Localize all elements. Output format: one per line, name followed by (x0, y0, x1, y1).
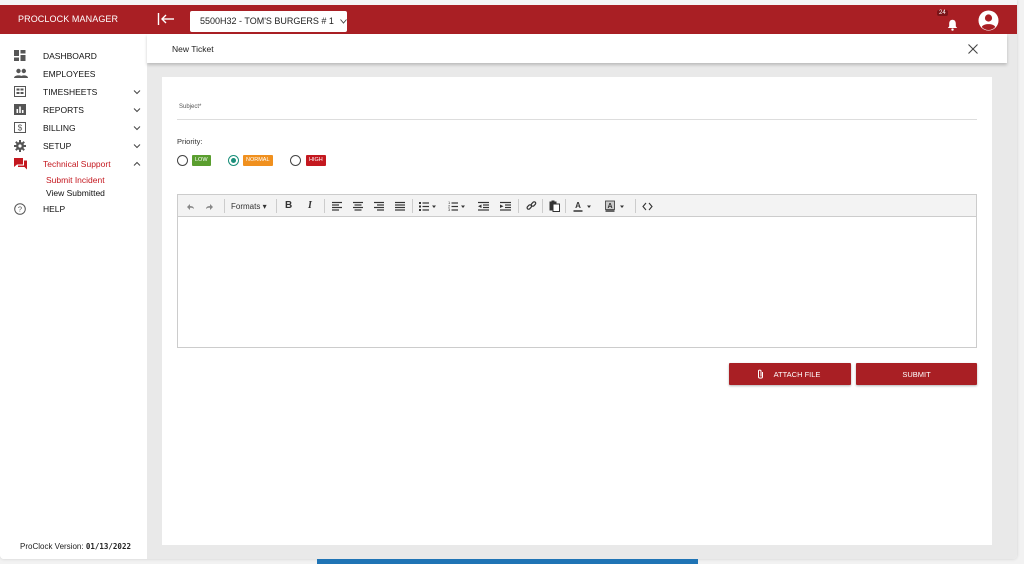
sidebar-item-employees[interactable]: EMPLOYEES (14, 67, 142, 83)
sidebar: DASHBOARD EMPLOYEES TIMESHEETS REPORTS $ (0, 34, 147, 559)
priority-low-badge: LOW (192, 155, 211, 166)
svg-text:3: 3 (448, 207, 451, 212)
sidebar-item-label: BILLING (43, 123, 76, 133)
link-icon[interactable] (526, 199, 537, 213)
italic-icon[interactable]: I (308, 200, 312, 214)
indent-icon[interactable] (500, 199, 511, 213)
formats-dropdown[interactable]: Formats ▾ (231, 202, 267, 216)
toolbar-separator (565, 199, 566, 213)
toolbar-separator (324, 199, 325, 213)
chevron-down-icon (133, 124, 141, 132)
editor-toolbar: Formats ▾ B I 123 A A (178, 195, 976, 217)
chevron-up-icon (133, 160, 141, 168)
people-icon (14, 68, 28, 79)
sidebar-item-dashboard[interactable]: DASHBOARD (14, 49, 142, 65)
undo-icon[interactable] (185, 199, 195, 213)
redo-icon[interactable] (205, 199, 215, 213)
ticket-header: New Ticket (147, 34, 1007, 63)
attach-file-button[interactable]: ATTACH FILE (729, 363, 851, 385)
align-right-icon[interactable] (374, 199, 384, 213)
priority-high-radio[interactable] (290, 155, 301, 166)
background-color-icon[interactable]: A (605, 199, 627, 213)
paste-icon[interactable] (549, 199, 560, 213)
priority-high-badge: HIGH (306, 155, 326, 166)
toolbar-separator (518, 199, 519, 213)
ticket-form: Subject* Priority: LOW NORMAL HIGH Forma… (162, 77, 992, 545)
sidebar-item-label: Technical Support (43, 159, 111, 169)
sidebar-item-timesheets[interactable]: TIMESHEETS (14, 85, 142, 101)
user-avatar-icon[interactable] (978, 10, 999, 31)
notifications-button[interactable]: 24 (937, 10, 963, 31)
bold-icon[interactable]: B (285, 200, 292, 214)
sidebar-item-setup[interactable]: SETUP (14, 139, 142, 155)
chevron-down-icon (133, 88, 141, 96)
source-code-icon[interactable] (642, 199, 653, 213)
text-color-icon[interactable]: A (573, 199, 593, 213)
collapse-menu-icon[interactable] (157, 11, 175, 27)
sidebar-subitem-submit-incident[interactable]: Submit Incident (46, 175, 105, 185)
sidebar-item-reports[interactable]: REPORTS (14, 103, 142, 119)
version-label: ProClock Version: (20, 542, 84, 551)
sidebar-item-label: HELP (43, 204, 66, 214)
close-icon[interactable] (967, 42, 979, 54)
chevron-down-icon (340, 16, 348, 26)
toolbar-separator (412, 199, 413, 213)
chat-icon (14, 158, 27, 170)
rich-text-editor: Formats ▾ B I 123 A A (177, 194, 977, 348)
svg-text:?: ? (18, 205, 22, 214)
attach-file-label: ATTACH FILE (773, 370, 821, 379)
priority-label: Priority: (177, 137, 203, 146)
dollar-icon: $ (14, 122, 26, 133)
bullet-list-icon[interactable] (419, 199, 437, 213)
version-value: 01/13/2022 (85, 542, 131, 551)
svg-text:$: $ (18, 124, 23, 133)
priority-normal-radio[interactable] (228, 155, 239, 166)
align-center-icon[interactable] (353, 199, 363, 213)
priority-normal-badge: NORMAL (243, 155, 273, 166)
subject-input[interactable] (177, 119, 977, 120)
editor-body[interactable] (178, 217, 976, 347)
page-title: New Ticket (172, 44, 214, 54)
app-header: PROCLOCK MANAGER 5500H32 - TOM'S BURGERS… (0, 5, 1017, 34)
toolbar-separator (635, 199, 636, 213)
sidebar-item-label: EMPLOYEES (43, 69, 96, 79)
timesheet-icon (14, 86, 26, 97)
notification-count-badge: 24 (937, 10, 948, 16)
sidebar-item-billing[interactable]: $ BILLING (14, 121, 142, 137)
toolbar-separator (224, 199, 225, 213)
toolbar-separator (276, 199, 277, 213)
chevron-down-icon (133, 142, 141, 150)
formats-label: Formats (231, 202, 261, 211)
svg-text:A: A (575, 201, 581, 210)
numbered-list-icon[interactable]: 123 (448, 199, 466, 213)
submit-button[interactable]: SUBMIT (856, 363, 977, 385)
version-info: ProClock Version: 01/13/2022 (20, 542, 131, 551)
bar-chart-icon (14, 104, 26, 115)
subject-field-label: Subject* (179, 104, 202, 110)
chevron-down-icon (133, 106, 141, 114)
help-icon: ? (14, 203, 26, 215)
store-selector-label: 5500H32 - TOM'S BURGERS # 1 (200, 16, 334, 26)
align-justify-icon[interactable] (395, 199, 405, 213)
sidebar-item-help[interactable]: ? HELP (14, 202, 142, 218)
priority-low-radio[interactable] (177, 155, 188, 166)
submit-label: SUBMIT (902, 370, 931, 379)
sidebar-item-label: SETUP (43, 141, 72, 151)
sidebar-subitem-view-submitted[interactable]: View Submitted (46, 188, 105, 198)
sidebar-item-label: REPORTS (43, 105, 84, 115)
gear-icon (14, 140, 26, 152)
dashboard-icon (14, 50, 26, 61)
sidebar-item-technical-support[interactable]: Technical Support (14, 157, 142, 173)
svg-text:A: A (607, 203, 612, 210)
store-selector[interactable]: 5500H32 - TOM'S BURGERS # 1 (190, 11, 348, 32)
sidebar-item-label: DASHBOARD (43, 51, 97, 61)
app-window: PROCLOCK MANAGER 5500H32 - TOM'S BURGERS… (0, 0, 1017, 559)
main-content: New Ticket Subject* Priority: LOW NORMAL… (147, 34, 1017, 559)
toolbar-separator (542, 199, 543, 213)
bottom-accent-bar (317, 559, 698, 564)
align-left-icon[interactable] (332, 199, 342, 213)
outdent-icon[interactable] (478, 199, 489, 213)
app-title: PROCLOCK MANAGER (18, 14, 119, 24)
sidebar-item-label: TIMESHEETS (43, 87, 98, 97)
